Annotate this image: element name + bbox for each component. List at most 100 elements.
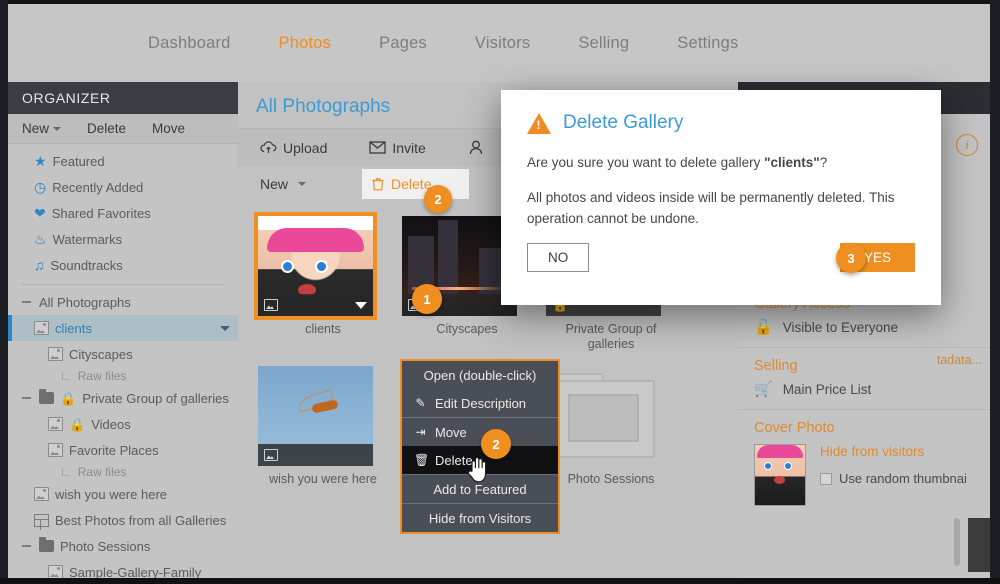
organizer-actions: New Delete Move: [8, 114, 238, 144]
context-menu-item-hide-from-visitors[interactable]: Hide from Visitors: [402, 504, 558, 532]
caret-down-icon: [298, 182, 307, 186]
collapse-minus-icon[interactable]: [22, 397, 31, 399]
sidebar-item-wish-you-were-here[interactable]: wish you were here: [8, 481, 238, 507]
gallery-thumbnail-photo-sessions[interactable]: [546, 366, 661, 466]
organizer-tree: ★ Featured ◷ Recently Added ❤ Shared Fav…: [8, 144, 238, 578]
organizer-title: ORGANIZER: [8, 82, 238, 114]
invite-button[interactable]: Invite: [369, 139, 426, 156]
sidebar-item-private-group[interactable]: 🔒 Private Group of galleries: [8, 385, 238, 411]
sidebar-item-label: Best Photos from all Galleries: [55, 512, 227, 528]
sidebar-item-soundtracks[interactable]: ♫ Soundtracks: [8, 252, 238, 278]
thumbnail-statusbar: [258, 444, 373, 466]
upload-button[interactable]: Upload: [260, 140, 327, 156]
gallery-caption: wish you were here: [269, 472, 377, 486]
sidebar-item-recently-added[interactable]: ◷ Recently Added: [8, 174, 238, 200]
use-random-thumbnail-checkbox[interactable]: [820, 472, 832, 485]
dialog-line-2: All photos and videos inside will be per…: [527, 190, 895, 226]
dialog-body: Are you sure you want to delete gallery …: [527, 152, 915, 229]
heart-icon: ❤: [34, 205, 46, 221]
nav-item-visitors[interactable]: Visitors: [475, 34, 530, 53]
sidebar-item-label: Raw files: [77, 465, 127, 479]
sidebar-item-featured[interactable]: ★ Featured: [8, 148, 238, 174]
window-frame-left: [0, 0, 8, 584]
sidebar-item-watermarks[interactable]: ♨ Watermarks: [8, 226, 238, 252]
sidebar-item-cityscapes[interactable]: Cityscapes: [8, 341, 238, 367]
delete-gallery-dialog: Delete Gallery Are you sure you want to …: [501, 90, 941, 305]
collapse-minus-icon[interactable]: [22, 545, 31, 547]
sidebar-item-label: Shared Favorites: [51, 205, 151, 221]
gallery-cell[interactable]: Photo Sessions: [546, 366, 676, 502]
sidebar-item-label: Videos: [91, 416, 131, 432]
sidebar-item-videos[interactable]: 🔒 Videos: [8, 411, 238, 437]
gallery-icon: [48, 347, 63, 361]
selling-value-row[interactable]: 🛒 Main Price List: [754, 382, 976, 397]
nav-item-selling[interactable]: Selling: [578, 34, 629, 53]
gallery-access-value-row[interactable]: 🔓 Visible to Everyone: [754, 320, 976, 335]
nav-item-settings[interactable]: Settings: [677, 34, 738, 53]
music-note-icon: ♫: [34, 257, 45, 273]
gallery-access-value: Visible to Everyone: [782, 320, 899, 335]
step-badge-3: 3: [836, 243, 866, 273]
watermark-icon: ♨: [34, 231, 47, 247]
context-menu-item-edit-description[interactable]: ✎ Edit Description: [402, 389, 558, 417]
organizer-delete-button[interactable]: Delete: [87, 121, 126, 136]
context-menu-label: Open (double-click): [423, 367, 537, 383]
gallery-icon: [34, 487, 49, 501]
sidebar-item-raw-files[interactable]: ∟ Raw files: [8, 367, 238, 385]
gallery-thumbnail-wish-you-were-here[interactable]: [258, 366, 373, 466]
sidebar-item-photo-sessions[interactable]: Photo Sessions: [8, 533, 238, 559]
gallery-icon: [48, 443, 63, 457]
sidebar-item-all-photographs[interactable]: All Photographs: [8, 289, 238, 315]
invite-label: Invite: [392, 139, 426, 156]
chevron-down-icon[interactable]: [220, 325, 230, 331]
nav-item-dashboard[interactable]: Dashboard: [148, 34, 231, 53]
folder-icon: [39, 537, 54, 552]
warning-triangle-icon: [527, 112, 551, 134]
sidebar-item-shared-favorites[interactable]: ❤ Shared Favorites: [8, 200, 238, 226]
organizer-move-button[interactable]: Move: [152, 121, 185, 136]
sidebar-item-label: clients: [55, 320, 92, 336]
pencil-icon: ✎: [415, 396, 426, 410]
sidebar-item-best-photos[interactable]: Best Photos from all Galleries: [8, 507, 238, 533]
organizer-new-button[interactable]: New: [22, 121, 62, 136]
caret-down-icon: [53, 127, 62, 132]
context-menu-item-open[interactable]: Open (double-click): [402, 361, 558, 389]
context-menu-item-move[interactable]: ⇥ Move: [402, 418, 558, 446]
sidebar-item-label: Sample-Gallery-Family: [69, 564, 202, 579]
nav-item-pages[interactable]: Pages: [379, 34, 427, 53]
gallery-cell[interactable]: clients: [254, 212, 388, 352]
metadata-link[interactable]: tadata...: [937, 353, 982, 367]
top-navigation: Dashboard Photos Pages Visitors Selling …: [8, 4, 992, 82]
sidebar-item-label: Watermarks: [52, 231, 123, 247]
gallery-thumbnail-clients[interactable]: [254, 212, 377, 320]
toolbox-edge-strip: [968, 518, 992, 572]
sidebar-item-sample-gallery-family[interactable]: Sample-Gallery-Family: [8, 559, 238, 578]
use-random-thumbnail-row[interactable]: Use random thumbnai: [820, 471, 967, 486]
toolbar-delete-button[interactable]: Delete: [362, 169, 470, 199]
sidebar-item-favorite-places[interactable]: Favorite Places: [8, 437, 238, 463]
gallery-cell[interactable]: wish you were here: [258, 366, 388, 502]
sidebar-divider: [22, 284, 224, 285]
step-badge-2-toolbar: 2: [424, 185, 452, 213]
hide-from-visitors-link[interactable]: Hide from visitors: [820, 444, 967, 459]
gallery-icon: [264, 449, 278, 461]
context-menu-label: Edit Description: [435, 395, 527, 411]
use-random-thumbnail-label: Use random thumbnai: [839, 471, 967, 486]
new-dropdown-button[interactable]: New: [260, 176, 307, 192]
dialog-no-button[interactable]: NO: [527, 243, 590, 272]
toolbox-scrollbar[interactable]: [954, 518, 960, 566]
people-button[interactable]: [468, 140, 492, 155]
nav-item-photos[interactable]: Photos: [279, 34, 332, 53]
sidebar-item-label: Recently Added: [52, 179, 144, 195]
sidebar-item-raw-files-2[interactable]: ∟ Raw files: [8, 463, 238, 481]
sidebar-item-label: Favorite Places: [69, 442, 159, 458]
person-icon: [469, 140, 483, 155]
chevron-down-icon[interactable]: [355, 301, 367, 309]
collapse-minus-icon[interactable]: [22, 301, 31, 303]
lock-icon: 🔒: [69, 416, 86, 432]
cover-photo-thumbnail[interactable]: [754, 444, 806, 506]
info-circle-icon[interactable]: i: [956, 134, 978, 156]
sidebar-item-clients[interactable]: clients: [8, 315, 238, 341]
upload-label: Upload: [283, 139, 328, 156]
new-label: New: [260, 176, 289, 192]
